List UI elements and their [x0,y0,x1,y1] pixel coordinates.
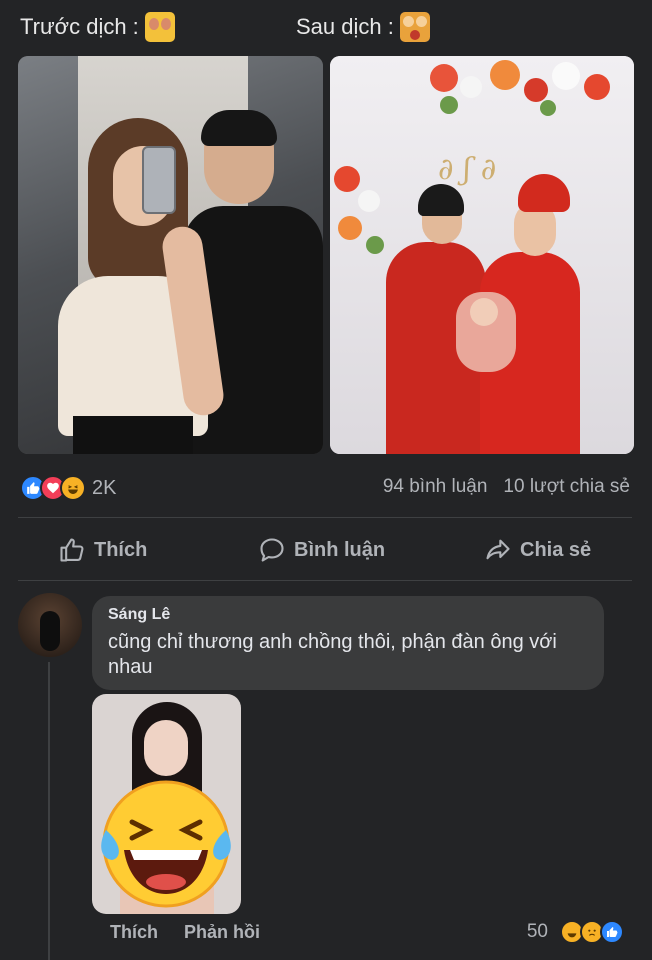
flower-decoration [420,56,634,126]
comment-reactions[interactable]: 50 [526,920,624,944]
reaction-summary[interactable]: 2K [20,474,116,502]
speech-bubble-icon [260,538,284,562]
post-stats: 94 bình luận 10 lượt chia sẻ [383,476,630,498]
divider [18,517,632,518]
photo-after[interactable]: ∂ ʃ ∂ [330,56,634,454]
divider [18,580,632,581]
share-count[interactable]: 10 lượt chia sẻ [503,476,630,498]
avatar[interactable] [18,593,82,657]
share-button[interactable]: Chia sẻ [484,536,591,564]
caption-row: Trước dịch : Sau dịch : [0,8,652,44]
share-arrow-icon [486,539,510,560]
backdrop-script: ∂ ʃ ∂ [438,152,497,187]
like-icon [600,920,624,944]
photo-before[interactable] [18,56,323,454]
comment-text: cũng chỉ thương anh chồng thôi, phận đàn… [108,631,557,678]
haha-icon [60,475,86,501]
thread-line [48,662,50,960]
comment-bubble: Sáng Lê cũng chỉ thương anh chồng thôi, … [92,596,604,690]
post-action-bar: Thích Bình luận Chia sẻ [0,530,652,572]
caption-after-text: Sau dịch : [296,14,394,39]
like-button[interactable]: Thích [58,536,147,564]
caption-after: Sau dịch : [296,12,430,42]
caption-before-text: Trước dịch : [20,14,139,39]
like-label: Thích [94,538,148,561]
couple-kiss-icon [144,12,175,42]
family-icon [399,12,430,42]
phone-icon [142,146,176,214]
comment-image[interactable] [92,694,241,914]
comment-button[interactable]: Bình luận [258,536,385,564]
comment-actions: Thích Phản hồi [110,922,260,943]
thumbs-up-icon [60,538,84,562]
comment-author[interactable]: Sáng Lê [108,606,588,624]
comment-like-button[interactable]: Thích [110,922,158,943]
share-label: Chia sẻ [520,538,592,561]
comment-reply-button[interactable]: Phản hồi [184,922,260,943]
comment-label: Bình luận [294,538,386,561]
reaction-count: 2K [92,476,117,499]
laughing-tears-icon [101,780,231,908]
comment-reaction-count: 50 [526,921,548,942]
comment-count[interactable]: 94 bình luận [383,476,488,498]
caption-before: Trước dịch : [20,12,175,42]
